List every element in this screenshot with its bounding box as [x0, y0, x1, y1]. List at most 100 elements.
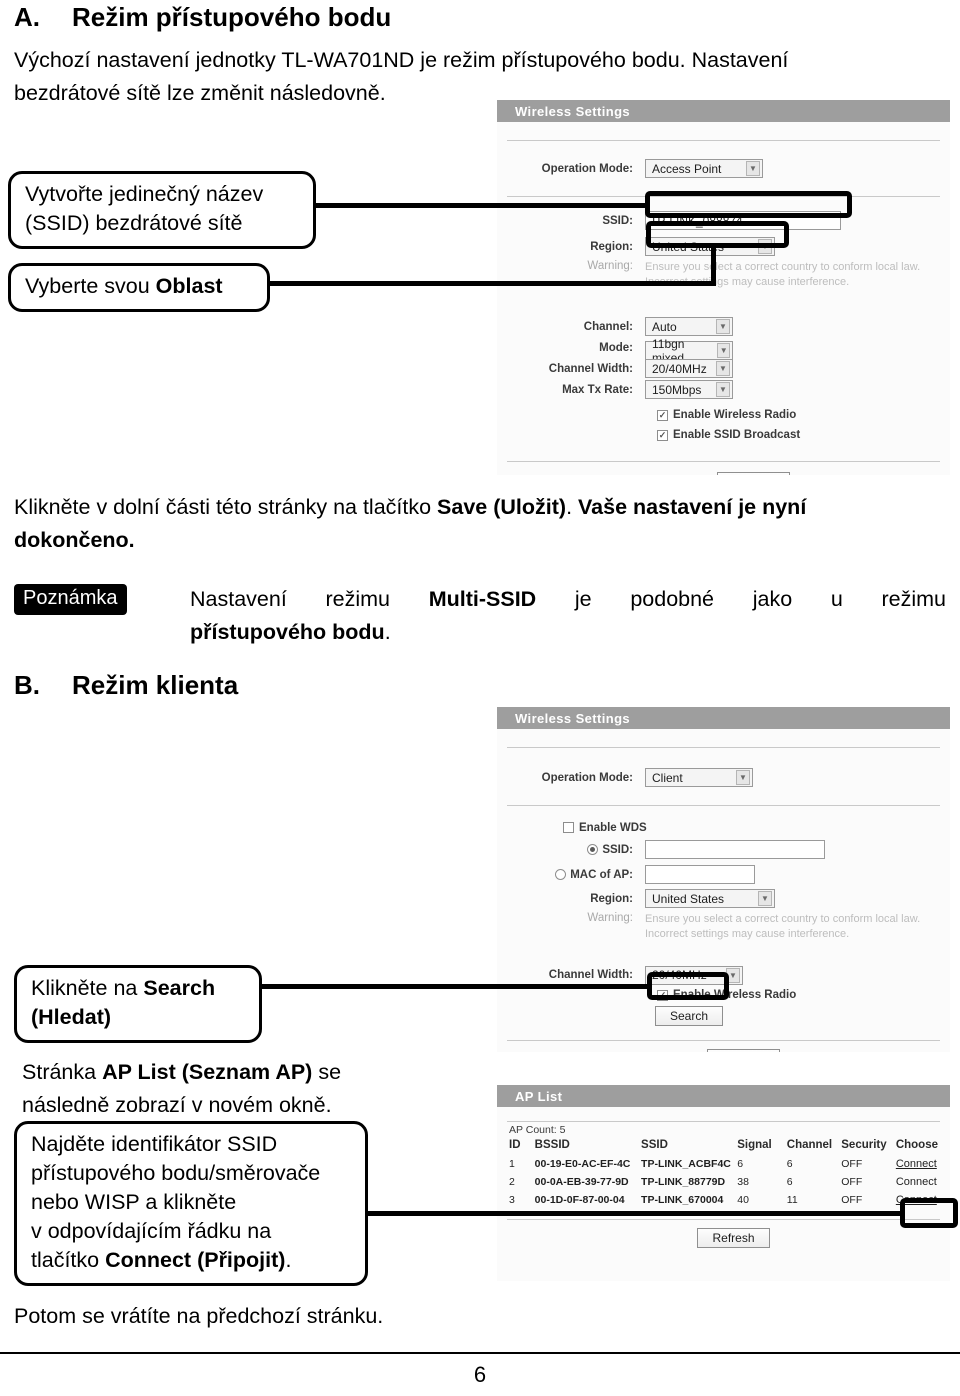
row3-channel: 11 [786, 1194, 798, 1206]
client-mac-row: MAC of AP: [497, 862, 950, 887]
ap-operation-mode-select[interactable]: Access Point ▼ [645, 159, 763, 178]
save-instruction-b: Save (Uložit) [437, 495, 567, 519]
ap-list-refresh-button[interactable]: Refresh [697, 1228, 770, 1248]
client-mac-input[interactable] [645, 865, 755, 884]
wireless-settings-client-title: Wireless Settings [497, 707, 950, 729]
ap-max-tx-select[interactable]: 150Mbps ▼ [645, 380, 733, 399]
save-instruction-d: Vaše nastavení je nyní [578, 495, 807, 519]
row2-signal: 38 [737, 1176, 749, 1188]
ap-list-screenshot: AP List AP Count: 5 ID BSSID SSID Signal… [497, 1085, 950, 1281]
search-button-highlight [647, 972, 729, 1000]
chevron-down-icon: ▼ [746, 161, 760, 176]
client-search-button[interactable]: Search [655, 1006, 724, 1026]
callout-connect: Najděte identifikátor SSID přístupového … [14, 1121, 368, 1286]
client-enable-wds-row[interactable]: Enable WDS [563, 818, 950, 837]
ap-enable-radio-row[interactable]: ✓ Enable Wireless Radio [657, 405, 950, 425]
client-region-select[interactable]: United States ▼ [645, 889, 775, 908]
row3-bssid: 00-1D-0F-87-00-04 [534, 1194, 625, 1206]
row3-ssid: TP-LINK_670004 [641, 1194, 724, 1206]
ap-ssid-label: SSID: [602, 214, 633, 227]
ap-list-line1-b: AP List (Seznam AP) [102, 1060, 313, 1084]
ap-channel-select[interactable]: Auto ▼ [645, 317, 733, 336]
ap-channel-width-select[interactable]: 20/40MHz ▼ [645, 359, 733, 378]
col-choose: Choose [895, 1139, 938, 1151]
connect-link-highlight [900, 1198, 958, 1228]
row2-bssid: 00-0A-EB-39-77-9D [534, 1176, 629, 1188]
client-operation-mode-row: Operation Mode: Client ▼ [497, 766, 950, 789]
radio-unselected-icon[interactable] [555, 869, 567, 880]
region-field-highlight [646, 221, 789, 248]
wireless-settings-client-screenshot: Wireless Settings Operation Mode: Client… [497, 707, 950, 1052]
client-region-label: Region: [590, 892, 633, 905]
callout-region-bold: Oblast [155, 274, 223, 298]
section-a-intro-line1: Výchozí nastavení jednotky TL-WA701ND je… [14, 48, 789, 72]
table-row: 2 00-0A-EB-39-77-9D TP-LINK_88779D 38 6 … [509, 1173, 938, 1191]
ap-max-tx-label: Max Tx Rate: [562, 383, 633, 396]
row1-id: 1 [509, 1158, 515, 1170]
callout-connect-l2: přístupového bodu/směrovače [31, 1161, 321, 1185]
chevron-down-icon: ▼ [716, 319, 730, 334]
ap-region-label: Region: [590, 240, 633, 253]
ap-max-tx-value: 150Mbps [652, 382, 702, 397]
ap-channel-label: Channel: [583, 320, 633, 333]
row2-connect-link[interactable]: Connect [896, 1176, 937, 1188]
save-instruction-e: dokončeno. [14, 528, 135, 552]
leader-search [258, 984, 652, 989]
return-instruction: Potom se vrátíte na předchozí stránku. [14, 1304, 384, 1328]
callout-ssid-line1: Vytvořte jedinečný název [25, 182, 264, 206]
client-save-button[interactable]: Save [706, 1049, 781, 1052]
callout-search-prefix: Klikněte na [31, 976, 144, 1000]
client-mac-label: MAC of AP: [570, 868, 633, 881]
ap-mode-select[interactable]: 11bgn mixed ▼ [645, 337, 733, 365]
client-channel-width-label: Channel Width: [548, 969, 633, 981]
ap-save-button[interactable]: Save [716, 472, 791, 475]
table-row: 1 00-19-E0-AC-EF-4C TP-LINK_ACBF4C 6 6 O… [509, 1155, 938, 1173]
callout-connect-l5-bold: Connect (Připojit) [105, 1248, 286, 1272]
note-text-d: přístupového bodu [190, 620, 385, 644]
client-ssid-input[interactable] [645, 840, 825, 859]
ap-mode-row: Mode: 11bgn mixed ▼ [497, 337, 950, 365]
callout-region-prefix: Vyberte svou [25, 274, 156, 298]
ap-mode-label: Mode: [599, 341, 633, 354]
callout-connect-l5-suffix: . [285, 1248, 292, 1272]
row1-signal: 6 [737, 1158, 744, 1170]
client-operation-mode-select[interactable]: Client ▼ [645, 768, 753, 787]
row3-id: 3 [509, 1194, 515, 1206]
section-b-title: Režim klienta [72, 670, 239, 700]
callout-search: Klikněte na Search (Hledat) [14, 965, 262, 1043]
wireless-settings-ap-screenshot: Wireless Settings Operation Mode: Access… [497, 100, 950, 475]
note-badge: Poznámka [14, 584, 127, 615]
page-number: 6 [473, 1362, 487, 1387]
client-operation-mode-label: Operation Mode: [541, 771, 633, 784]
footer-rule [0, 1352, 960, 1354]
section-b-heading: B. Režim klienta [14, 670, 238, 701]
callout-connect-l5-prefix: tlačítko [31, 1248, 106, 1272]
row1-connect-link[interactable]: Connect [896, 1158, 937, 1170]
ap-channel-value: Auto [652, 319, 677, 334]
ap-enable-radio-label: Enable Wireless Radio [673, 409, 797, 421]
client-ssid-label: SSID: [602, 843, 633, 856]
row2-channel: 6 [786, 1176, 793, 1188]
ap-enable-ssid-broadcast-label: Enable SSID Broadcast [673, 429, 801, 441]
note-text: Nastavení režimu Multi-SSID je podobné j… [190, 583, 946, 649]
row3-signal: 40 [737, 1194, 749, 1206]
col-security: Security [841, 1139, 887, 1151]
section-a-heading: A. Režim přístupového bodu [14, 2, 391, 33]
checkbox-checked-icon[interactable]: ✓ [657, 429, 668, 441]
chevron-down-icon: ▼ [717, 343, 730, 359]
ap-list-line1-a: Stránka [22, 1060, 103, 1084]
chevron-down-icon: ▼ [736, 770, 750, 785]
note-text-c: je podobné jako u režimu [536, 587, 946, 611]
table-row: 3 00-1D-0F-87-00-04 TP-LINK_670004 40 11… [509, 1191, 938, 1209]
client-warning-line2: Incorrect settings may cause interferenc… [645, 928, 850, 940]
ap-operation-mode-row: Operation Mode: Access Point ▼ [497, 157, 950, 180]
ap-enable-ssid-broadcast-row[interactable]: ✓ Enable SSID Broadcast [657, 425, 950, 445]
ap-operation-mode-value: Access Point [652, 161, 722, 176]
callout-ssid: Vytvořte jedinečný název (SSID) bezdráto… [8, 171, 316, 249]
radio-selected-icon[interactable] [587, 844, 599, 855]
callout-connect-l4: v odpovídajícím řádku na [31, 1219, 272, 1243]
document-page: A. Režim přístupového bodu Výchozí nastav… [0, 0, 960, 1396]
checkbox-checked-icon[interactable]: ✓ [657, 409, 668, 421]
checkbox-unchecked-icon[interactable] [563, 822, 574, 833]
client-region-value: United States [652, 891, 725, 906]
